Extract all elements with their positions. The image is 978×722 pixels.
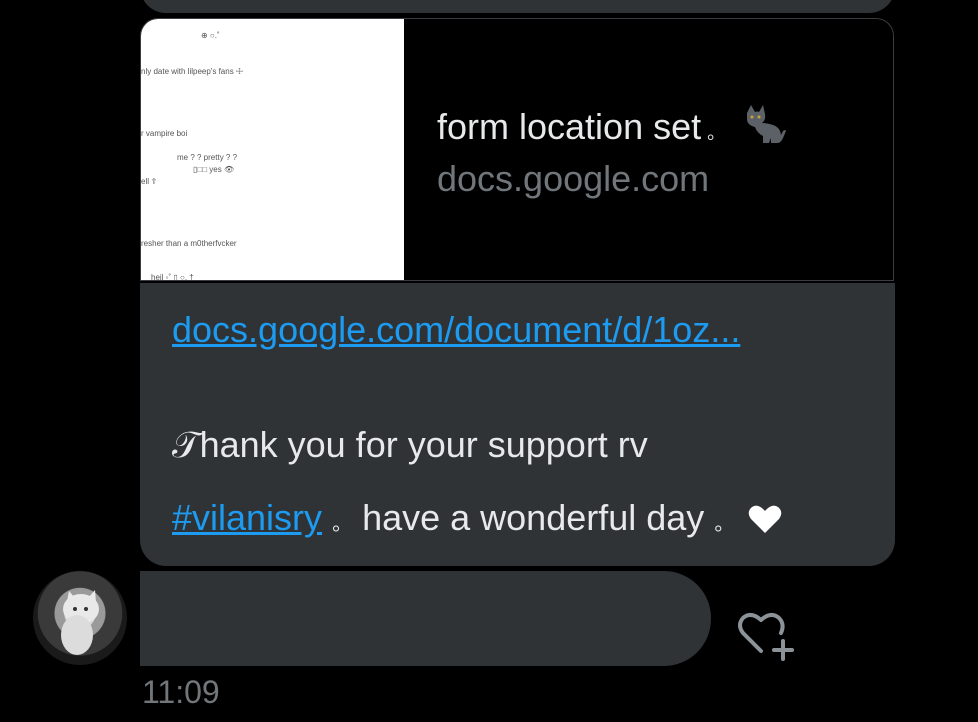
previous-message-bubble: [140, 0, 895, 13]
thumb-line: ▯□□ yes 👁: [193, 165, 235, 174]
thumb-line: r vampire boi: [141, 129, 188, 138]
add-reaction-icon[interactable]: [735, 605, 797, 661]
heart-icon: [748, 501, 782, 533]
avatar[interactable]: [33, 571, 127, 665]
document-link[interactable]: docs.google.com/document/d/1oz...: [172, 309, 740, 351]
thumb-line: me ? ? pretty ? ?: [177, 153, 238, 162]
thumb-line: resher than a m0therfvcker: [141, 239, 237, 248]
message-timestamp: 11:09: [142, 674, 220, 710]
message-bubble-empty: [140, 571, 711, 666]
thumb-line: heil ◦˚ ▯ ○. †: [151, 273, 194, 281]
thumb-line: ⊕ ○.˚: [201, 31, 220, 40]
black-cat-icon: [743, 105, 787, 145]
hashtag-link[interactable]: #vilanisry: [172, 497, 322, 538]
link-preview-thumbnail: ⊕ ○.˚ nly date with lilpeep's fans ☩ r v…: [141, 19, 404, 281]
message-text-line-1: 𝒯hank you for your support rv: [172, 424, 648, 465]
link-card-title: form location set。: [437, 105, 787, 155]
thumb-line: nly date with lilpeep's fans ☩: [141, 67, 244, 76]
dot-separator: 。: [714, 513, 735, 535]
message-bubble: docs.google.com/document/d/1oz... 𝒯hank …: [140, 283, 895, 566]
message-text-line-2: #vilanisry 。 have a wonderful day 。: [172, 497, 782, 539]
thumb-line: ell ☦: [141, 177, 157, 186]
link-card-domain: docs.google.com: [437, 158, 710, 199]
dot-separator: 。: [332, 513, 353, 535]
link-preview-card[interactable]: ⊕ ○.˚ nly date with lilpeep's fans ☩ r v…: [140, 18, 894, 281]
message-text-rest: have a wonderful day: [352, 497, 705, 538]
